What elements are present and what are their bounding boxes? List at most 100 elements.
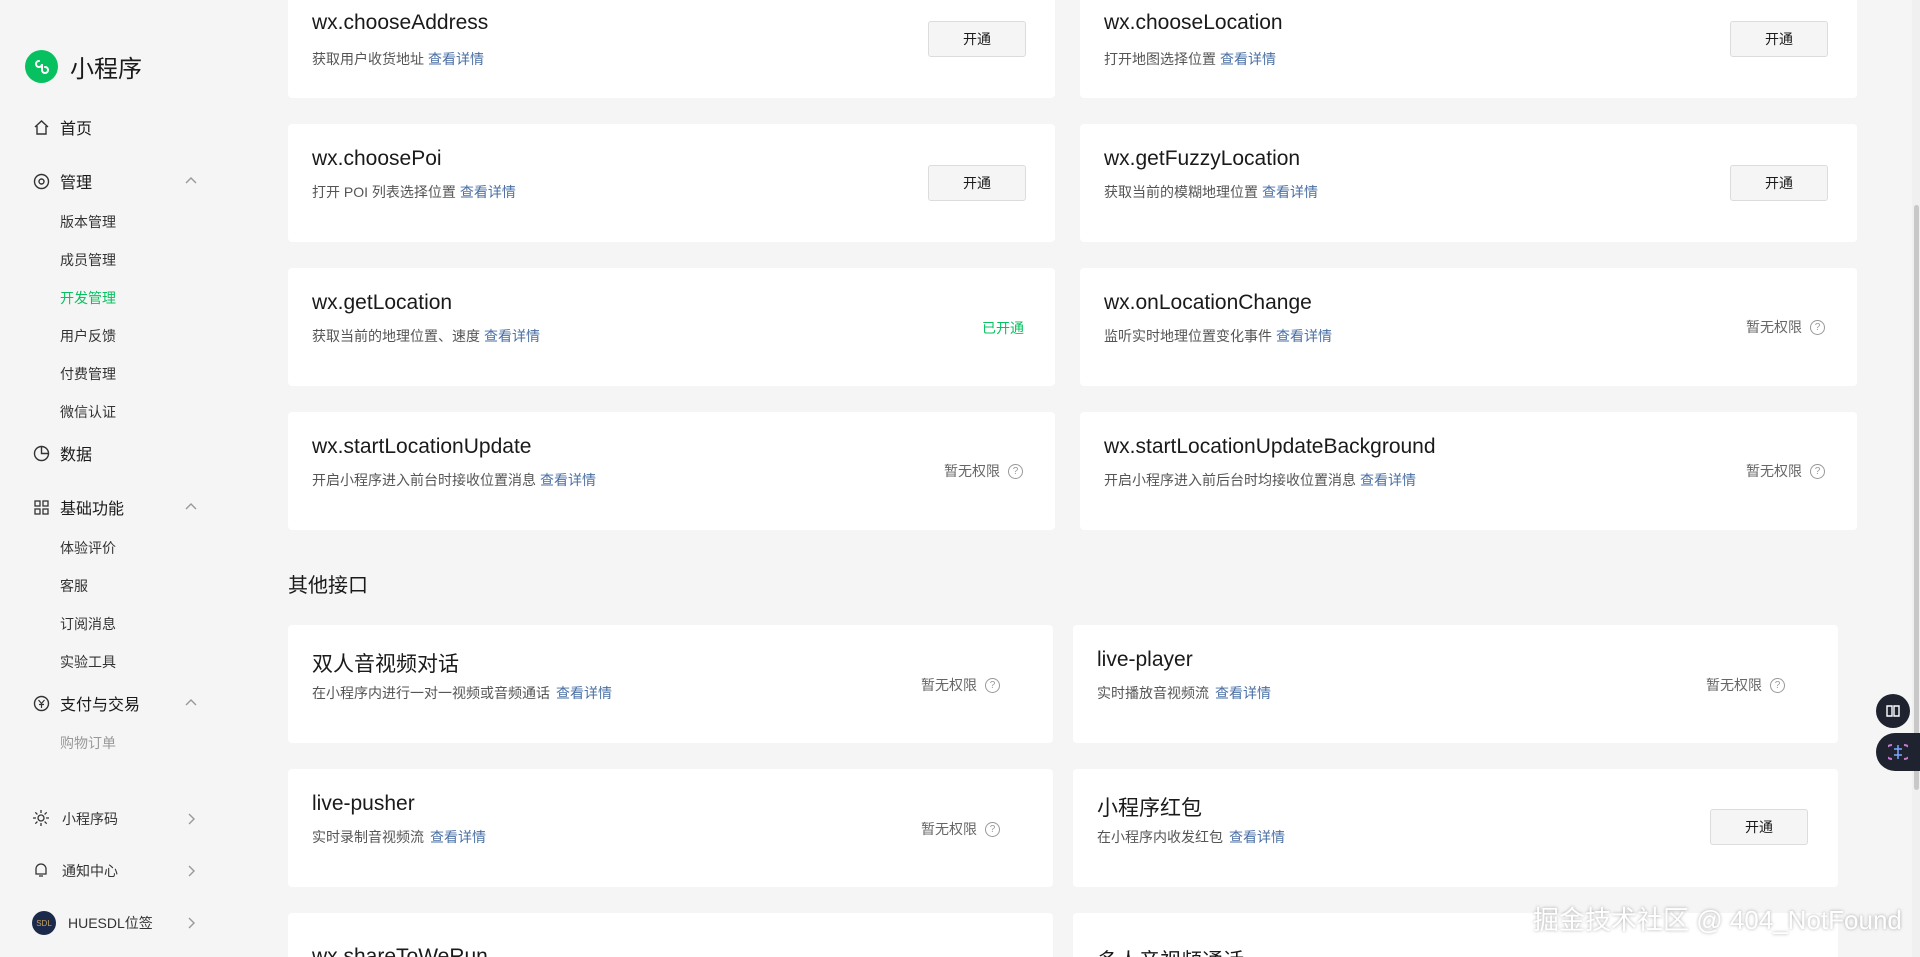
no-permission-text: 暂无权限 — [1706, 677, 1762, 693]
api-desc: 获取当前的模糊地理位置 查看详情 — [1104, 182, 1318, 202]
open-button[interactable]: 开通 — [928, 165, 1026, 201]
open-button[interactable]: 开通 — [1710, 809, 1808, 845]
sun-icon — [32, 809, 50, 830]
api-desc-text: 在小程序内收发红包 — [1097, 829, 1223, 845]
scrollbar-thumb[interactable] — [1914, 205, 1919, 790]
api-card: wx.getLocation 获取当前的地理位置、速度 查看详情 已开通 — [288, 268, 1055, 386]
app-logo[interactable]: 小程序 — [25, 49, 142, 84]
book-icon[interactable] — [1876, 694, 1910, 728]
sidebar-item-service[interactable]: 客服 — [60, 576, 88, 596]
api-title: wx.shareToWeRun — [312, 945, 488, 957]
api-title: live-pusher — [312, 792, 415, 815]
open-button[interactable]: 开通 — [928, 21, 1026, 57]
detail-link[interactable]: 查看详情 — [556, 685, 612, 701]
nav-basic[interactable]: 基础功能 — [32, 493, 200, 521]
sidebar-item-lab[interactable]: 实验工具 — [60, 652, 116, 672]
api-title: wx.chooseAddress — [312, 11, 489, 34]
api-desc-text: 开启小程序进入前后台时均接收位置消息 — [1104, 472, 1356, 488]
api-card: live-pusher 实时录制音视频流 查看详情 暂无权限? — [288, 769, 1053, 887]
api-title: wx.chooseLocation — [1104, 11, 1283, 34]
api-desc: 打开 POI 列表选择位置 查看详情 — [312, 182, 516, 202]
api-title: live-player — [1097, 648, 1193, 671]
detail-link[interactable]: 查看详情 — [1276, 328, 1332, 344]
api-title: 双人音视频对话 — [312, 653, 459, 676]
ai-assistant-icon[interactable] — [1876, 733, 1920, 771]
api-desc-text: 在小程序内进行一对一视频或音频通话 — [312, 685, 550, 701]
status-opened: 已开通 — [982, 320, 1024, 336]
nav-account[interactable]: SDL HUESDL位签 — [32, 909, 200, 937]
api-title: wx.getLocation — [312, 291, 453, 314]
detail-link[interactable]: 查看详情 — [460, 184, 516, 200]
detail-link[interactable]: 查看详情 — [1360, 472, 1416, 488]
detail-link[interactable]: 查看详情 — [540, 472, 596, 488]
manage-icon — [32, 172, 50, 190]
nav-pay[interactable]: 支付与交易 — [32, 689, 200, 717]
open-button[interactable]: 开通 — [1730, 165, 1828, 201]
api-card: wx.shareToWeRun — [288, 913, 1053, 957]
sidebar-item-payment[interactable]: 付费管理 — [60, 364, 116, 384]
sidebar-item-members[interactable]: 成员管理 — [60, 250, 116, 270]
no-permission-text: 暂无权限 — [921, 677, 977, 693]
help-icon[interactable]: ? — [1810, 463, 1825, 479]
help-icon[interactable]: ? — [985, 821, 1000, 837]
help-icon[interactable]: ? — [1810, 319, 1825, 335]
chevron-up-icon — [185, 503, 197, 510]
api-desc-text: 打开 POI 列表选择位置 — [312, 184, 456, 200]
api-desc: 实时录制音视频流 查看详情 — [312, 827, 486, 847]
detail-link[interactable]: 查看详情 — [1229, 829, 1285, 845]
api-desc-text: 实时播放音视频流 — [1097, 685, 1209, 701]
no-permission-text: 暂无权限 — [1746, 319, 1802, 335]
status-no-permission: 暂无权限? — [921, 675, 1000, 695]
api-title: wx.startLocationUpdate — [312, 435, 532, 458]
nav-data[interactable]: 数据 — [32, 439, 200, 467]
chevron-right-icon — [188, 865, 195, 877]
sidebar-item-orders[interactable]: 购物订单 — [60, 733, 116, 753]
api-desc: 监听实时地理位置变化事件 查看详情 — [1104, 326, 1332, 346]
sidebar-item-feedback[interactable]: 用户反馈 — [60, 326, 116, 346]
nav-qrcode[interactable]: 小程序码 — [32, 805, 200, 833]
api-desc: 打开地图选择位置 查看详情 — [1104, 49, 1276, 69]
sidebar-item-subscribe[interactable]: 订阅消息 — [60, 614, 116, 634]
nav-home[interactable]: 首页 — [32, 113, 200, 141]
sidebar-item-version[interactable]: 版本管理 — [60, 212, 116, 232]
api-card: 小程序红包 在小程序内收发红包 查看详情 开通 — [1073, 769, 1838, 887]
detail-link[interactable]: 查看详情 — [1215, 685, 1271, 701]
sidebar-item-experience[interactable]: 体验评价 — [60, 538, 116, 558]
chevron-up-icon — [185, 177, 197, 184]
api-title: wx.onLocationChange — [1104, 291, 1312, 314]
detail-link[interactable]: 查看详情 — [484, 328, 540, 344]
api-desc: 获取用户收货地址 查看详情 — [312, 49, 484, 69]
api-card: live-player 实时播放音视频流 查看详情 暂无权限? — [1073, 625, 1838, 743]
home-icon — [32, 118, 50, 136]
detail-link[interactable]: 查看详情 — [428, 51, 484, 67]
sidebar-item-dev[interactable]: 开发管理 — [60, 288, 116, 308]
api-title: wx.choosePoi — [312, 147, 442, 170]
nav-manage[interactable]: 管理 — [32, 167, 200, 195]
nav-notify[interactable]: 通知中心 — [32, 857, 200, 885]
api-card: wx.startLocationUpdate 开启小程序进入前台时接收位置消息查… — [288, 412, 1055, 530]
api-desc-text: 开启小程序进入前台时接收位置消息 — [312, 472, 536, 488]
api-card: wx.chooseAddress 获取用户收货地址 查看详情 开通 — [288, 0, 1055, 98]
help-icon[interactable]: ? — [1770, 677, 1785, 693]
nav-data-label: 数据 — [60, 447, 93, 464]
status-no-permission: 暂无权限? — [1746, 317, 1825, 337]
api-title: wx.getFuzzyLocation — [1104, 147, 1301, 170]
api-card: wx.startLocationUpdateBackground 开启小程序进入… — [1080, 412, 1857, 530]
help-icon[interactable]: ? — [985, 677, 1000, 693]
sidebar-item-wechat-auth[interactable]: 微信认证 — [60, 402, 116, 422]
no-permission-text: 暂无权限 — [921, 821, 977, 837]
api-desc: 在小程序内收发红包 查看详情 — [1097, 827, 1285, 847]
currency-icon — [32, 694, 50, 712]
detail-link[interactable]: 查看详情 — [430, 829, 486, 845]
open-button[interactable]: 开通 — [1730, 21, 1828, 57]
api-desc: 开启小程序进入前台时接收位置消息 查看详情 — [312, 470, 596, 490]
detail-link[interactable]: 查看详情 — [1220, 51, 1276, 67]
status-no-permission: 暂无权限? — [1746, 461, 1825, 481]
status-no-permission: 暂无权限? — [1706, 675, 1785, 695]
help-icon[interactable]: ? — [1008, 463, 1023, 479]
detail-link[interactable]: 查看详情 — [1262, 184, 1318, 200]
api-desc: 获取当前的地理位置、速度 查看详情 — [312, 326, 540, 346]
chevron-up-icon — [185, 699, 197, 706]
chevron-right-icon — [188, 917, 195, 929]
chart-pie-icon — [32, 444, 50, 462]
